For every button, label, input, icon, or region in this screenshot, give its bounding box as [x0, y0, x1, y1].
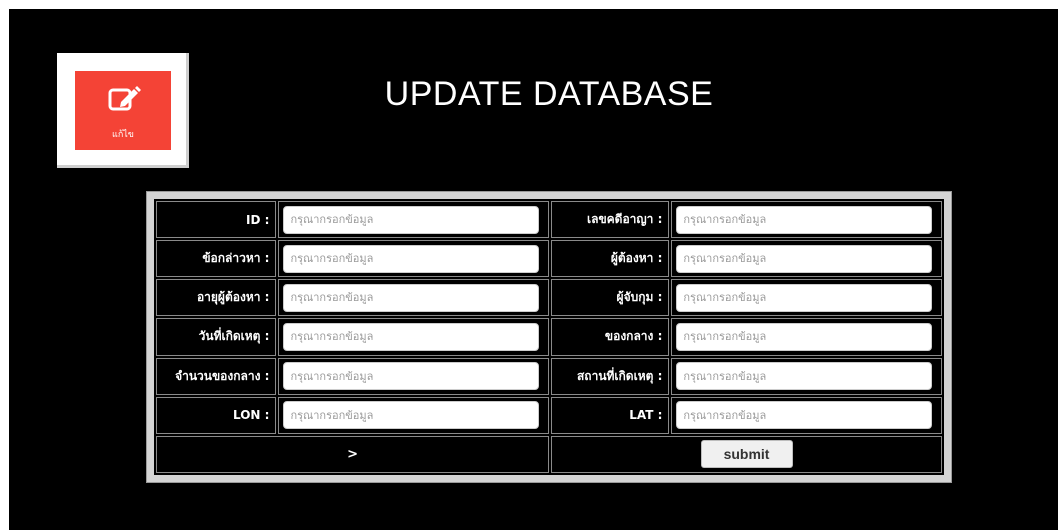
case-number-input[interactable] — [676, 205, 933, 234]
form-row: วันที่เกิดเหตุ : ของกลาง : — [156, 318, 942, 356]
form-row: อายุผู้ต้องหา : ผู้จับกุม : — [156, 279, 942, 317]
incident-location-input[interactable] — [676, 362, 933, 391]
field-label-evidence: ของกลาง : — [551, 318, 670, 356]
field-label-case-number: เลขคดีอาญา : — [551, 201, 670, 239]
lon-input[interactable] — [283, 401, 540, 430]
edit-tile-label: แก้ไข — [112, 130, 134, 140]
field-label-suspect-age: อายุผู้ต้องหา : — [156, 279, 277, 317]
page-title: UPDATE DATABASE — [384, 75, 714, 113]
footer-arrow: > — [156, 435, 550, 473]
id-input[interactable] — [283, 205, 540, 234]
form-row: จำนวนของกลาง : สถานที่เกิดเหตุ : — [156, 357, 942, 395]
field-label-lat: LAT : — [551, 396, 670, 434]
submit-button[interactable]: submit — [700, 440, 793, 469]
field-label-suspect: ผู้ต้องหา : — [551, 240, 670, 278]
app-screen: แก้ไข UPDATE DATABASE ID : เลขคดีอาญา : … — [9, 9, 1058, 530]
field-label-charge: ข้อกล่าวหา : — [156, 240, 277, 278]
charge-input[interactable] — [283, 244, 540, 273]
arresting-officer-input[interactable] — [676, 283, 933, 312]
submit-cell: submit — [551, 435, 942, 473]
form-row: ข้อกล่าวหา : ผู้ต้องหา : — [156, 240, 942, 278]
field-label-incident-location: สถานที่เกิดเหตุ : — [551, 357, 670, 395]
field-label-lon: LON : — [156, 396, 277, 434]
form-row: ID : เลขคดีอาญา : — [156, 201, 942, 239]
lat-input[interactable] — [676, 401, 933, 430]
suspect-input[interactable] — [676, 244, 933, 273]
form-frame: ID : เลขคดีอาญา : ข้อกล่าวหา : ผู้ต้องหา… — [146, 191, 952, 483]
evidence-input[interactable] — [676, 322, 933, 351]
field-label-evidence-quantity: จำนวนของกลาง : — [156, 357, 277, 395]
suspect-age-input[interactable] — [283, 283, 540, 312]
field-label-incident-date: วันที่เกิดเหตุ : — [156, 318, 277, 356]
field-label-arresting-officer: ผู้จับกุม : — [551, 279, 670, 317]
form-row: LON : LAT : — [156, 396, 942, 434]
update-form: ID : เลขคดีอาญา : ข้อกล่าวหา : ผู้ต้องหา… — [154, 199, 944, 475]
form-footer-row: > submit — [156, 435, 942, 473]
incident-date-input[interactable] — [283, 322, 540, 351]
field-label-id: ID : — [156, 201, 277, 239]
evidence-quantity-input[interactable] — [283, 362, 540, 391]
